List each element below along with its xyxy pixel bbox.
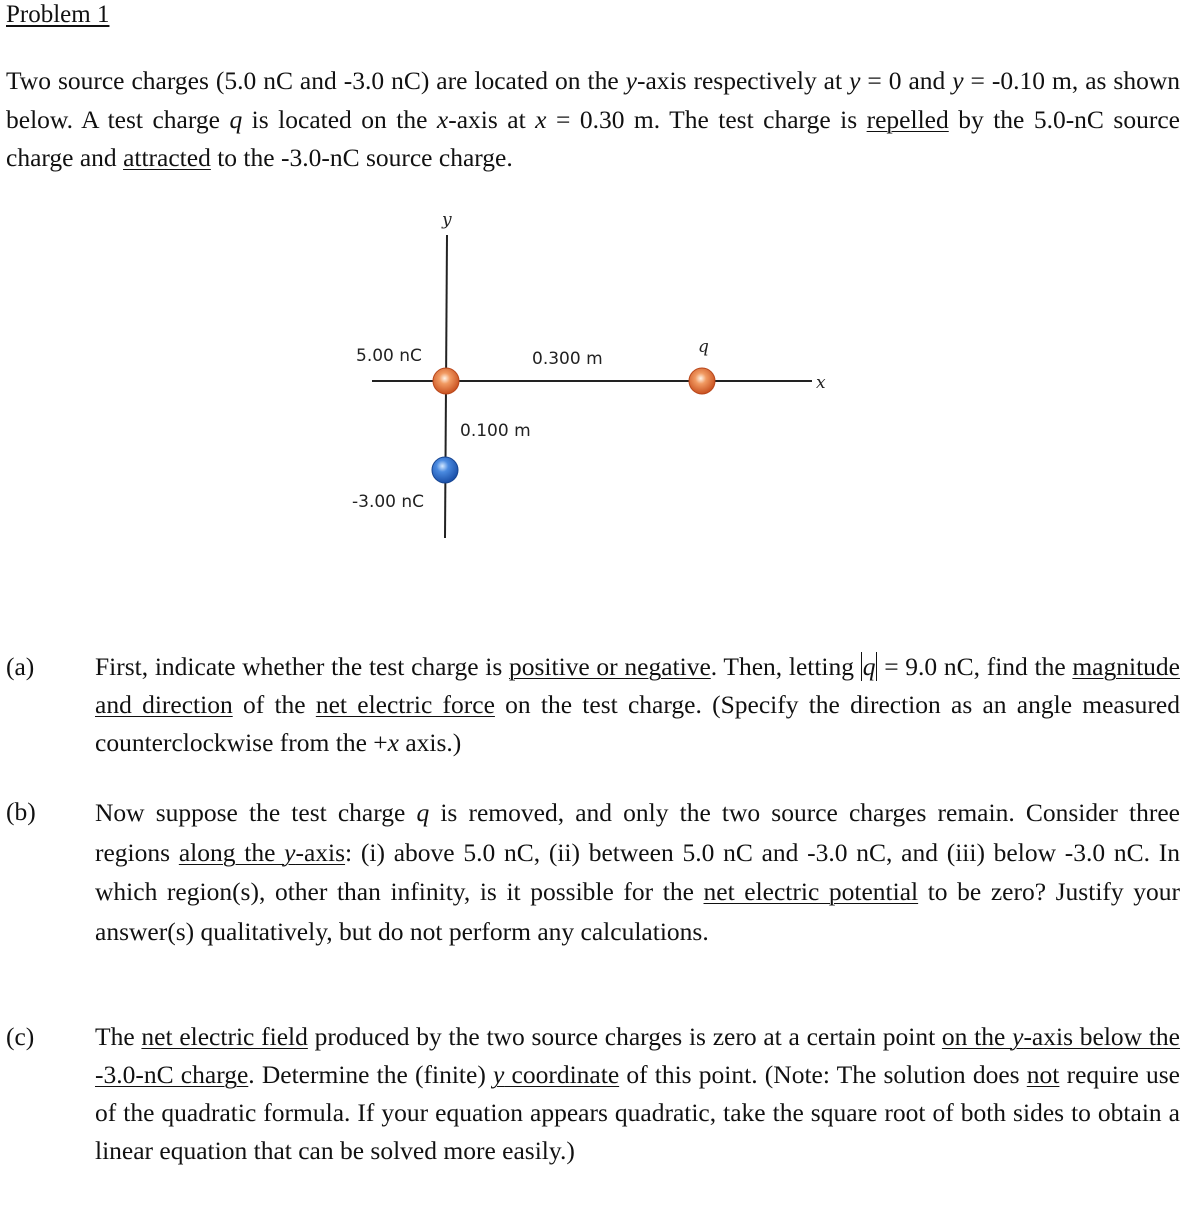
- emphasis: net electric field: [141, 1022, 308, 1051]
- text: = 0 and: [860, 66, 953, 95]
- positive-source-charge: [432, 367, 460, 395]
- emphasis: along the: [178, 837, 285, 867]
- text: Now suppose the test charge: [95, 798, 417, 827]
- text: to the -3.0-nC source charge.: [210, 143, 513, 172]
- var-y: y: [625, 66, 637, 95]
- var-y: y: [493, 1060, 505, 1089]
- var-x: x: [387, 728, 399, 757]
- var-y: y: [952, 66, 964, 95]
- emphasis-attracted: attracted: [123, 143, 211, 172]
- charge-diagram: y x 5.00 nC 0.300 m q 0.100 m -3.00 nC: [340, 200, 840, 550]
- var-x: x: [535, 104, 547, 134]
- test-charge: [688, 367, 716, 395]
- text: . Then, letting: [710, 652, 861, 681]
- var-y: y: [849, 66, 861, 95]
- text: First, indicate whether the test charge …: [95, 652, 509, 681]
- negative-source-charge: [431, 456, 459, 484]
- emphasis-repelled: repelled: [866, 104, 949, 134]
- problem-title: Problem 1: [6, 1, 110, 28]
- emphasis: -axis: [295, 837, 346, 867]
- abs-q: q: [860, 652, 878, 681]
- var-y: y: [1012, 1022, 1024, 1051]
- emphasis: on the: [941, 1022, 1013, 1051]
- text: is located on the: [242, 104, 437, 134]
- text: = 0.30 m. The test charge is: [546, 104, 867, 134]
- text: = 9.0 nC, find the: [877, 652, 1073, 681]
- part-c-label: (c): [6, 1022, 35, 1051]
- var-q: q: [229, 104, 243, 134]
- text: of this point. (Note: The solution does: [619, 1060, 1027, 1089]
- part-b-label: (b): [6, 797, 36, 826]
- charge2-label: -3.00 nC: [352, 492, 424, 512]
- distance-x-label: 0.300 m: [532, 349, 603, 369]
- emphasis: net electric potential: [703, 877, 919, 906]
- problem-statement: Two source charges (5.0 nC and -3.0 nC) …: [6, 62, 1180, 178]
- part-a-text: First, indicate whether the test charge …: [95, 648, 1180, 762]
- diagram-svg: y x 5.00 nC 0.300 m q 0.100 m -3.00 nC: [352, 210, 826, 539]
- part-c-text: The net electric field produced by the t…: [95, 1018, 1180, 1170]
- emphasis: coordinate: [504, 1060, 620, 1089]
- var-x: x: [436, 104, 449, 134]
- var-y: y: [284, 837, 296, 867]
- emphasis: net electric force: [315, 690, 495, 719]
- var-q: q: [416, 798, 430, 827]
- text: -axis respectively at: [636, 66, 850, 95]
- y-axis-label: y: [441, 210, 452, 230]
- charge1-label: 5.00 nC: [356, 346, 422, 366]
- test-charge-label: q: [698, 337, 709, 357]
- text: of the: [232, 690, 316, 719]
- text: -axis at: [448, 104, 536, 134]
- text: The: [95, 1022, 142, 1051]
- part-a-label: (a): [6, 652, 35, 681]
- part-b-text: Now suppose the test charge q is removed…: [95, 793, 1180, 951]
- text: Two source charges (5.0 nC and -3.0 nC) …: [6, 66, 626, 95]
- emphasis: not: [1026, 1060, 1060, 1089]
- emphasis: positive or negative: [508, 652, 711, 681]
- text: . Determine the (finite): [248, 1060, 493, 1089]
- text: axis.): [398, 728, 462, 757]
- text: produced by the two source charges is ze…: [307, 1022, 942, 1051]
- x-axis-label: x: [816, 373, 826, 393]
- distance-y-label: 0.100 m: [460, 421, 531, 441]
